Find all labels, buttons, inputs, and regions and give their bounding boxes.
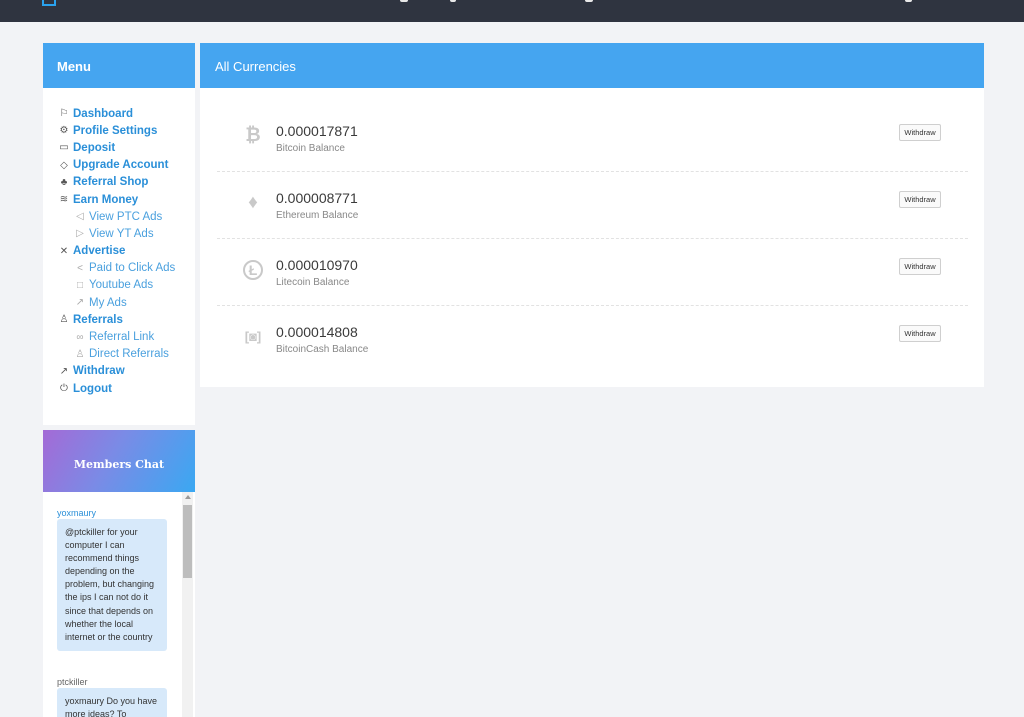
chat-username[interactable]: ptckiller	[57, 677, 88, 687]
nav-item-fragment[interactable]	[585, 0, 593, 2]
chat-message: yoxmaury Do you have more ideas? To	[57, 688, 167, 717]
arrows-icon: ✕	[59, 245, 69, 257]
share-icon: <	[77, 262, 83, 274]
sidebar-item-label: Withdraw	[73, 365, 125, 378]
currency-row: [◙] 0.000014808 BitcoinCash Balance With…	[217, 306, 968, 373]
sidebar-item-deposit[interactable]: ▭ Deposit	[43, 139, 195, 156]
sidebar-item-advertise[interactable]: ✕ Advertise	[43, 243, 195, 260]
diamond-icon: ◇	[60, 159, 68, 171]
currency-row: ₿ 0.000017871 Bitcoin Balance Withdraw	[217, 105, 968, 172]
sidebar-item-youtube-ads[interactable]: □ Youtube Ads	[43, 277, 195, 294]
sidebar-item-referrals[interactable]: ♙ Referrals	[43, 311, 195, 328]
logo-icon	[42, 0, 56, 6]
top-navbar	[0, 0, 1024, 22]
balance-label: Litecoin Balance	[276, 277, 350, 288]
nav-item-fragment[interactable]	[400, 0, 408, 2]
wrench-icon: ⚙	[59, 125, 69, 137]
user-icon: ♙	[75, 348, 85, 360]
link-icon: ∞	[76, 331, 84, 343]
sidebar-item-dashboard[interactable]: ⚐ Dashboard	[43, 105, 195, 122]
balance-amount: 0.000008771	[276, 190, 358, 206]
sidebar-item-label: Referrals	[73, 313, 123, 326]
sitemap-icon: ♣	[60, 176, 68, 188]
litecoin-icon: Ł	[243, 260, 263, 280]
sidebar-item-referral-shop[interactable]: ♣ Referral Shop	[43, 174, 195, 191]
sidebar-item-earn-money[interactable]: ≋ Earn Money	[43, 191, 195, 208]
power-icon: ⏻	[60, 383, 68, 395]
withdraw-button[interactable]: Withdraw	[899, 124, 941, 141]
balance-amount: 0.000010970	[276, 257, 358, 273]
balance-amount: 0.000017871	[276, 123, 358, 139]
video-icon: ▷	[76, 228, 84, 240]
sidebar-item-view-ptc-ads[interactable]: ◁ View PTC Ads	[43, 208, 195, 225]
sidebar-item-label: Youtube Ads	[89, 279, 154, 292]
bitcoin-icon: ₿	[245, 125, 261, 146]
brand-logo[interactable]	[42, 0, 61, 10]
sidebar-item-label: Direct Referrals	[89, 348, 169, 361]
balance-label: Bitcoin Balance	[276, 143, 345, 154]
balance-amount: 0.000014808	[276, 324, 358, 340]
sidebar-item-my-ads[interactable]: ↗ My Ads	[43, 294, 195, 311]
sidebar-item-label: Earn Money	[73, 193, 139, 206]
layers-icon: ≋	[59, 194, 69, 206]
scrollbar-thumb[interactable]	[183, 505, 192, 578]
sidebar-item-label: Logout	[73, 382, 112, 395]
chat-username[interactable]: yoxmaury	[57, 508, 96, 518]
currency-row: ♦ 0.000008771 Ethereum Balance Withdraw	[217, 172, 968, 239]
menu-title: Menu	[43, 43, 195, 88]
external-link-icon: ↗	[75, 297, 85, 309]
sidebar-item-paid-to-click-ads[interactable]: < Paid to Click Ads	[43, 260, 195, 277]
sidebar-item-upgrade-account[interactable]: ◇ Upgrade Account	[43, 157, 195, 174]
nav-item-fragment[interactable]	[905, 0, 912, 2]
page-title: All Currencies	[200, 43, 984, 88]
sidebar-item-label: Upgrade Account	[73, 159, 169, 172]
sidebar-item-label: View YT Ads	[89, 227, 154, 240]
sidebar-item-label: Deposit	[73, 141, 116, 154]
sidebar-item-label: View PTC Ads	[89, 210, 163, 223]
paper-plane-icon: ◁	[76, 211, 84, 223]
sidebar-item-label: Profile Settings	[73, 124, 158, 137]
flag-icon: ⚐	[59, 108, 69, 120]
nav-item-fragment[interactable]	[450, 0, 456, 2]
sidebar-item-label: My Ads	[89, 296, 127, 309]
withdraw-button[interactable]: Withdraw	[899, 191, 941, 208]
sidebar-item-profile-settings[interactable]: ⚙ Profile Settings	[43, 122, 195, 139]
sidebar-item-withdraw[interactable]: ↗ Withdraw	[43, 363, 195, 380]
ethereum-icon: ♦	[248, 192, 258, 213]
chat-title: Members Chat	[43, 430, 195, 492]
sidebar-item-label: Paid to Click Ads	[89, 262, 176, 275]
sidebar-item-direct-referrals[interactable]: ♙ Direct Referrals	[43, 346, 195, 363]
users-icon: ♙	[59, 314, 69, 326]
chat-message: @ptckiller for your computer I can recom…	[57, 519, 167, 651]
sidebar-menu: ⚐ Dashboard ⚙ Profile Settings ▭ Deposit ◇ U…	[43, 88, 195, 425]
sidebar-item-logout[interactable]: ⏻ Logout	[43, 380, 195, 397]
sidebar-item-referral-link[interactable]: ∞ Referral Link	[43, 328, 195, 345]
sidebar-item-label: Dashboard	[73, 107, 134, 120]
external-link-icon: ↗	[59, 365, 69, 377]
currency-row: Ł 0.000010970 Litecoin Balance Withdraw	[217, 239, 968, 306]
withdraw-button[interactable]: Withdraw	[899, 258, 941, 275]
bitcoincash-icon: [◙]	[244, 329, 262, 344]
sidebar-item-label: Referral Shop	[73, 176, 149, 189]
sidebar-item-label: Advertise	[73, 245, 126, 258]
sidebar-item-label: Referral Link	[89, 331, 155, 344]
currency-list: ₿ 0.000017871 Bitcoin Balance Withdraw ♦…	[200, 88, 984, 387]
sidebar-item-view-yt-ads[interactable]: ▷ View YT Ads	[43, 225, 195, 242]
chat-scrollbar[interactable]	[182, 492, 193, 717]
camera-icon: □	[76, 279, 84, 291]
balance-label: Ethereum Balance	[276, 210, 359, 221]
withdraw-button[interactable]: Withdraw	[899, 325, 941, 342]
chat-messages[interactable]: yoxmaury @ptckiller for your computer I …	[43, 492, 195, 717]
scroll-up-icon[interactable]	[185, 495, 191, 499]
balance-label: BitcoinCash Balance	[276, 344, 369, 355]
wallet-icon: ▭	[59, 142, 69, 154]
